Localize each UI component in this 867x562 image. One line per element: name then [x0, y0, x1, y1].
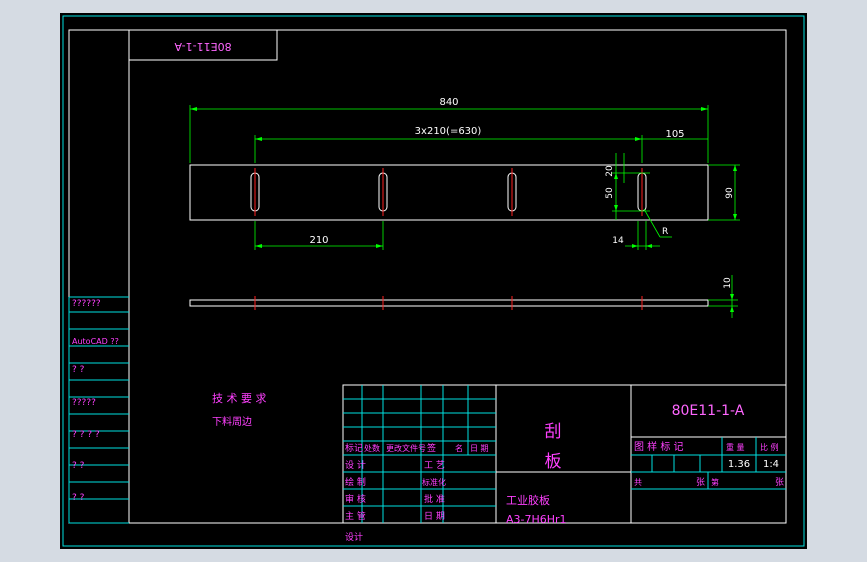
dimension-plate-height-label: 90: [725, 187, 735, 199]
tech-notes-title: 技 术 要 求: [212, 392, 267, 405]
tb-row-date: 日 期: [424, 511, 445, 522]
slot-4: [637, 168, 647, 216]
tb-sheet-no: 第: [711, 477, 719, 487]
tb-header-date: 日 期: [470, 444, 489, 453]
dimension-slot-width-label: 14: [612, 236, 624, 246]
side-label-7: ? ?: [72, 493, 85, 503]
dimension-thickness-label: 10: [723, 277, 733, 289]
dimension-pitch-pattern-label: 3x210(=630): [415, 126, 482, 137]
tb-sheet-zhang-2: 张: [775, 477, 784, 488]
side-label-4: ?????: [72, 398, 96, 408]
dimension-pitch-label: 210: [309, 235, 328, 246]
tb-scale-value: 1:4: [763, 459, 779, 470]
dimension-slot-length-label: 50: [605, 187, 615, 199]
dimension-slot-offset-label: 20: [605, 165, 615, 177]
plate-edge-view: [189, 299, 709, 307]
tb-weight-label: 重 量: [726, 442, 745, 452]
side-label-2: AutoCAD ??: [72, 337, 119, 346]
tech-notes-line1: 下料周边: [212, 415, 252, 428]
dimension-end-offset-label: 105: [665, 129, 684, 140]
tb-row-design-2: 设计: [345, 531, 363, 543]
tb-header-file: 更改文件号: [386, 443, 426, 453]
tb-row-approve: 批 准: [424, 493, 445, 505]
tb-header-mark: 标记: [345, 442, 363, 454]
tb-weight-value: 1.36: [728, 459, 750, 470]
side-label-5: ? ? ? ?: [72, 430, 100, 440]
tb-row-process: 工 艺: [424, 460, 445, 471]
slot-3: [507, 168, 517, 216]
engineering-drawing: 80E11-1-A ?????? AutoCAD ?? ? ? ????? ? …: [62, 15, 805, 547]
radius-label: R: [662, 227, 668, 237]
dimension-slot-width: [625, 221, 660, 250]
dimension-overall-label: 840: [439, 97, 458, 108]
tb-scale-label: 比 例: [760, 442, 779, 452]
side-label-1: ??????: [72, 299, 101, 309]
tb-row-design: 设 计: [345, 459, 366, 471]
tb-header-sign: 签: [427, 442, 436, 454]
tb-header-name: 名: [455, 443, 463, 453]
tb-sheet-zhang: 张: [696, 477, 705, 488]
material-name: 工业胶板: [506, 493, 550, 507]
side-column-table: [68, 296, 129, 524]
dimension-pitch-pattern: [254, 135, 708, 163]
cad-viewport[interactable]: 80E11-1-A ?????? AutoCAD ?? ? ? ????? ? …: [60, 13, 807, 549]
material-spec: A3-7H6Hr1: [506, 513, 567, 526]
slot-2: [378, 168, 388, 216]
drawing-number-mirrored: 80E11-1-A: [174, 40, 232, 53]
title-block-drawing-number: 80E11-1-A: [672, 403, 745, 419]
tb-header-count: 处数: [364, 443, 380, 453]
part-name-2: 板: [545, 452, 562, 472]
part-name-1: 刮: [545, 422, 562, 442]
side-label-6: ? ?: [72, 461, 85, 471]
tb-sheet-total: 共: [634, 478, 642, 487]
tb-row-draw: 绘 制: [345, 476, 366, 488]
tb-row-manager: 主 管: [345, 510, 366, 522]
slot-1: [250, 168, 260, 216]
dimension-plate-height: [708, 164, 740, 221]
tb-row-check: 审 核: [345, 493, 366, 505]
side-label-3: ? ?: [72, 365, 85, 375]
tb-row-standard: 标准化: [422, 477, 446, 487]
tb-stage-label: 图 样 标 记: [634, 440, 684, 453]
